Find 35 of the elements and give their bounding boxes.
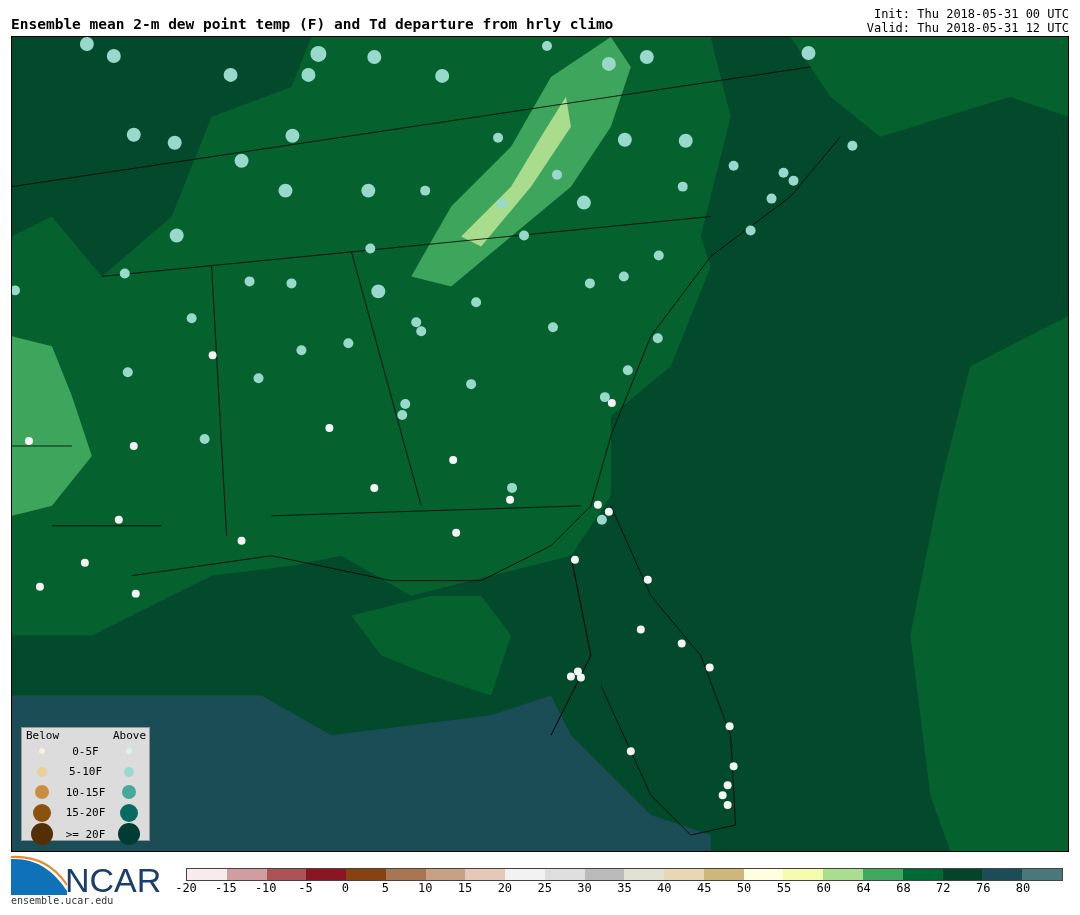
init-time: Init: Thu 2018-05-31 00 UTC — [872, 7, 1069, 21]
colorbar-tick-label: 55 — [776, 881, 792, 895]
colorbar-tick-label: 72 — [936, 881, 951, 895]
colorbar-tick-label: 10 — [417, 881, 433, 895]
colorbar-tick-label: 5 — [381, 881, 389, 895]
legend-header: Above — [113, 729, 145, 742]
colorbar-tick-label: 15 — [457, 881, 473, 895]
colorbar-tick-label: 64 — [856, 881, 871, 895]
legend-header: Below — [26, 729, 58, 742]
chart-title: Ensemble mean 2-m dew point temp (F) and Td departure from hrly climo — [11, 16, 614, 34]
logo-url: ensemble.ucar.edu — [11, 895, 115, 906]
colorbar-tick-label: 45 — [696, 881, 712, 895]
colorbar-tick-label: 50 — [736, 881, 752, 895]
legend-label: 15-20F — [64, 806, 107, 820]
colorbar-tick-label: 25 — [537, 881, 552, 895]
logo-text: NCAR — [65, 865, 162, 895]
swoosh-icon — [11, 855, 67, 895]
colorbar-tick-label: -10 — [254, 881, 277, 895]
legend-label: 5-10F — [67, 765, 104, 779]
legend-label: 10-15F — [64, 785, 107, 799]
colorbar-tick-label: 30 — [577, 881, 592, 895]
colorbar-tick-label: 80 — [1015, 881, 1031, 895]
colorbar-tick-label: 0 — [341, 881, 350, 895]
colorbar-tick-label: 35 — [617, 881, 632, 895]
colorbar-tick-label: -20 — [175, 881, 197, 895]
colorbar-tick-label: 40 — [657, 881, 672, 895]
legend-label: 0-5F — [71, 744, 100, 758]
colorbar-tick-label: -15 — [215, 881, 237, 895]
colorbar-tick-label: 76 — [975, 881, 991, 895]
legend-label: >= 20F — [64, 827, 107, 841]
colorbar-tick-label: 68 — [896, 881, 911, 895]
colorbar-tick-label: 20 — [497, 881, 513, 895]
valid-time: Valid: Thu 2018-05-31 12 UTC — [866, 21, 1069, 35]
colorbar-tick-label: 60 — [816, 881, 831, 895]
colorbar-tick-label: -5 — [298, 881, 313, 895]
